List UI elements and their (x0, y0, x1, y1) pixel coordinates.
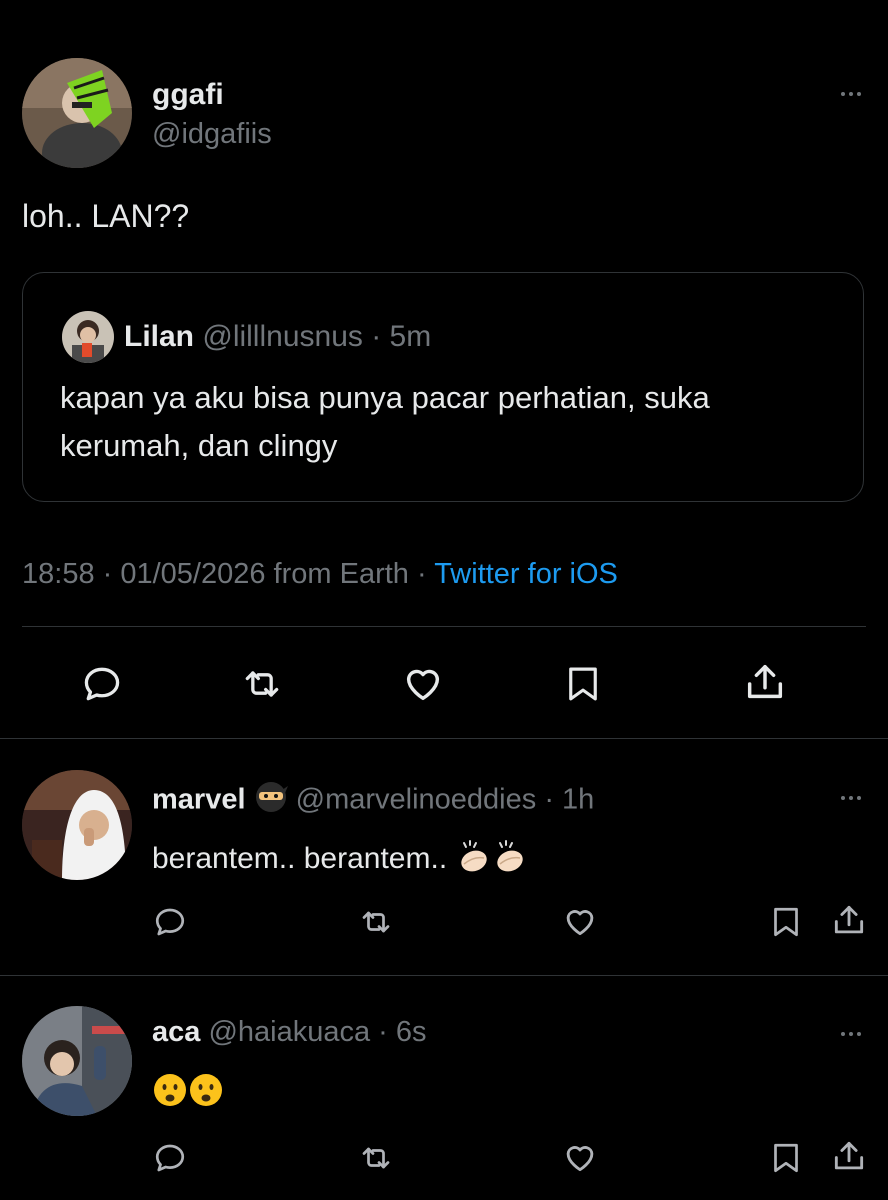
like-icon[interactable] (400, 660, 446, 706)
avatar-ggafi[interactable] (22, 58, 132, 168)
reply-icon[interactable] (152, 904, 188, 940)
avatar-marvel[interactable] (22, 770, 132, 880)
like-icon[interactable] (561, 1138, 599, 1176)
divider (0, 975, 888, 976)
retweet-icon[interactable] (358, 1140, 394, 1176)
bookmark-icon[interactable] (562, 662, 604, 706)
share-icon[interactable] (830, 1136, 868, 1176)
clapping-hands-icon (456, 838, 492, 882)
reply-text: berantem.. berantem.. (152, 841, 448, 875)
more-options-icon[interactable] (834, 792, 868, 804)
frowning-face-icon (188, 1072, 224, 1113)
divider (0, 738, 888, 739)
share-icon[interactable] (830, 900, 868, 940)
tweet-source-link[interactable]: Twitter for iOS (434, 558, 618, 590)
clapping-hands-icon (492, 838, 528, 882)
tweet-timestamp: 18:58 · 01/05/2026 from Earth · (22, 558, 427, 590)
tweet-text: loh.. LAN?? (22, 198, 190, 234)
quote-text-line-2: kerumah, dan clingy (60, 428, 338, 463)
reply-time: · 1h (544, 783, 595, 816)
quote-text-line-1: kapan ya aku bisa punya pacar perhatian,… (60, 380, 710, 415)
quote-author-handle[interactable]: @lilllnusnus (202, 320, 363, 353)
reply-icon[interactable] (152, 1140, 188, 1176)
retweet-icon[interactable] (358, 904, 394, 940)
retweet-icon[interactable] (240, 662, 284, 706)
avatar-lilan (62, 311, 114, 363)
more-options-icon[interactable] (834, 1028, 868, 1040)
reply-author-handle[interactable]: @haiakuaca (208, 1016, 370, 1048)
bookmark-icon[interactable] (768, 903, 804, 941)
reply-author-handle[interactable]: @marvelinoeddies (296, 784, 537, 816)
bookmark-icon[interactable] (768, 1139, 804, 1177)
ninja-emoji-icon (254, 780, 288, 822)
author-name[interactable]: ggafi (152, 78, 224, 112)
author-handle[interactable]: @idgafiis (152, 118, 272, 151)
quote-author-name[interactable]: Lilan (124, 320, 194, 353)
reply-time: · 6s (378, 1016, 427, 1048)
reply-author-name[interactable]: marvel (152, 784, 246, 816)
quote-time: · 5m (371, 320, 432, 353)
more-options-icon[interactable] (834, 88, 868, 100)
frowning-face-icon (152, 1072, 188, 1113)
divider (22, 626, 866, 627)
avatar-aca[interactable] (22, 1006, 132, 1116)
share-icon[interactable] (742, 658, 788, 706)
like-icon[interactable] (561, 902, 599, 940)
reply-author-name[interactable]: aca (152, 1016, 200, 1048)
reply-icon[interactable] (80, 662, 124, 706)
